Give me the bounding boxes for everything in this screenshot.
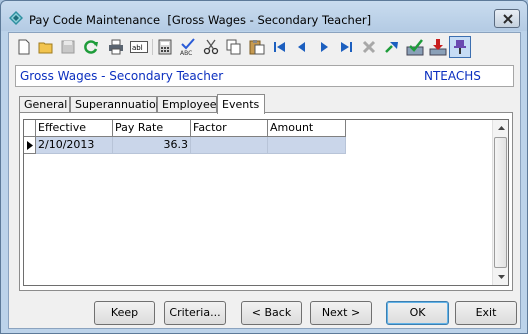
close-window-button[interactable] — [494, 9, 520, 28]
tab-superannuation[interactable]: Superannuation — [70, 96, 163, 113]
cut-icon[interactable] — [202, 38, 220, 56]
column-header-label: Factor — [193, 121, 227, 134]
next-record-icon[interactable] — [315, 38, 333, 56]
column-header-label: Pay Rate — [115, 121, 164, 134]
svg-text:abl: abl — [132, 44, 143, 52]
record-code: NTEACHS — [424, 69, 481, 83]
scroll-down-button[interactable] — [493, 269, 509, 285]
events-tab-panel: Effective Pay Rate Factor Amount 2/10/20… — [19, 112, 513, 291]
record-name: Gross Wages - Secondary Teacher — [20, 69, 224, 83]
pay-code-maintenance-window: Pay Code Maintenance [Gross Wages - Seco… — [0, 0, 528, 334]
tab-general[interactable]: General — [19, 96, 70, 113]
paste-icon[interactable] — [248, 38, 266, 56]
cell-amount[interactable] — [268, 137, 346, 154]
current-row-indicator — [24, 137, 36, 154]
exit-button[interactable]: Exit — [455, 301, 517, 325]
first-record-icon[interactable] — [271, 38, 289, 56]
text-field-icon[interactable]: abl — [130, 38, 148, 56]
vertical-scrollbar[interactable] — [492, 120, 508, 285]
scroll-down-icon — [497, 275, 505, 279]
column-header-effective[interactable]: Effective — [36, 120, 113, 137]
row-pointer-icon — [27, 141, 33, 150]
scroll-thumb[interactable] — [494, 137, 507, 268]
scroll-up-icon — [497, 126, 505, 130]
criteria-button[interactable]: Criteria... — [164, 301, 226, 325]
save-icon[interactable] — [59, 38, 77, 56]
scroll-up-button[interactable] — [493, 120, 509, 136]
refresh-icon[interactable] — [82, 38, 100, 56]
events-grid[interactable]: Effective Pay Rate Factor Amount 2/10/20… — [23, 119, 509, 286]
tab-label: Superannuation — [75, 98, 163, 111]
column-header-factor[interactable]: Factor — [191, 120, 268, 137]
window-title: Pay Code Maintenance [Gross Wages - Seco… — [29, 13, 371, 27]
open-icon[interactable] — [37, 38, 55, 56]
tab-label: General — [24, 98, 68, 111]
new-icon[interactable] — [15, 38, 33, 56]
svg-text:ABC: ABC — [180, 50, 192, 56]
record-header: Gross Wages - Secondary Teacher NTEACHS — [15, 65, 514, 87]
client-area: abl ABC Gross Wages - Secondary Teacher … — [8, 32, 521, 329]
previous-record-icon[interactable] — [293, 38, 311, 56]
column-header-amount[interactable]: Amount — [268, 120, 346, 137]
tab-events[interactable]: Events — [217, 94, 265, 114]
copy-icon[interactable] — [225, 38, 243, 56]
ok-button[interactable]: OK — [386, 301, 449, 325]
tab-label: Employees — [162, 98, 223, 111]
print-icon[interactable] — [107, 38, 125, 56]
window-record-title: [Gross Wages - Secondary Teacher] — [167, 13, 372, 27]
delete-icon[interactable] — [360, 38, 378, 56]
keep-button[interactable]: Keep — [94, 301, 155, 325]
calculator-icon[interactable] — [156, 38, 174, 56]
next-button[interactable]: Next > — [310, 301, 372, 325]
download-icon[interactable] — [429, 38, 447, 56]
pin-icon[interactable] — [449, 36, 471, 58]
column-header-label: Effective — [38, 121, 86, 134]
go-to-icon[interactable] — [383, 38, 401, 56]
approve-icon[interactable] — [406, 38, 424, 56]
title-bar[interactable]: Pay Code Maintenance [Gross Wages - Seco… — [1, 1, 527, 31]
back-button[interactable]: < Back — [241, 301, 302, 325]
tab-employees[interactable]: Employees — [157, 96, 222, 113]
close-icon — [503, 14, 513, 24]
cell-effective[interactable]: 2/10/2013 — [36, 137, 113, 154]
tab-label: Events — [222, 98, 260, 111]
last-record-icon[interactable] — [337, 38, 355, 56]
column-header-label: Amount — [270, 121, 314, 134]
cell-pay-rate[interactable]: 36.3 — [113, 137, 191, 154]
column-header-pay-rate[interactable]: Pay Rate — [113, 120, 191, 137]
spellcheck-icon[interactable]: ABC — [179, 38, 197, 56]
app-diamond-icon — [9, 11, 23, 25]
cell-factor[interactable] — [191, 137, 268, 154]
toolbar: abl ABC — [9, 33, 520, 61]
row-indicator-header — [24, 120, 36, 137]
window-app-title: Pay Code Maintenance — [29, 13, 161, 27]
